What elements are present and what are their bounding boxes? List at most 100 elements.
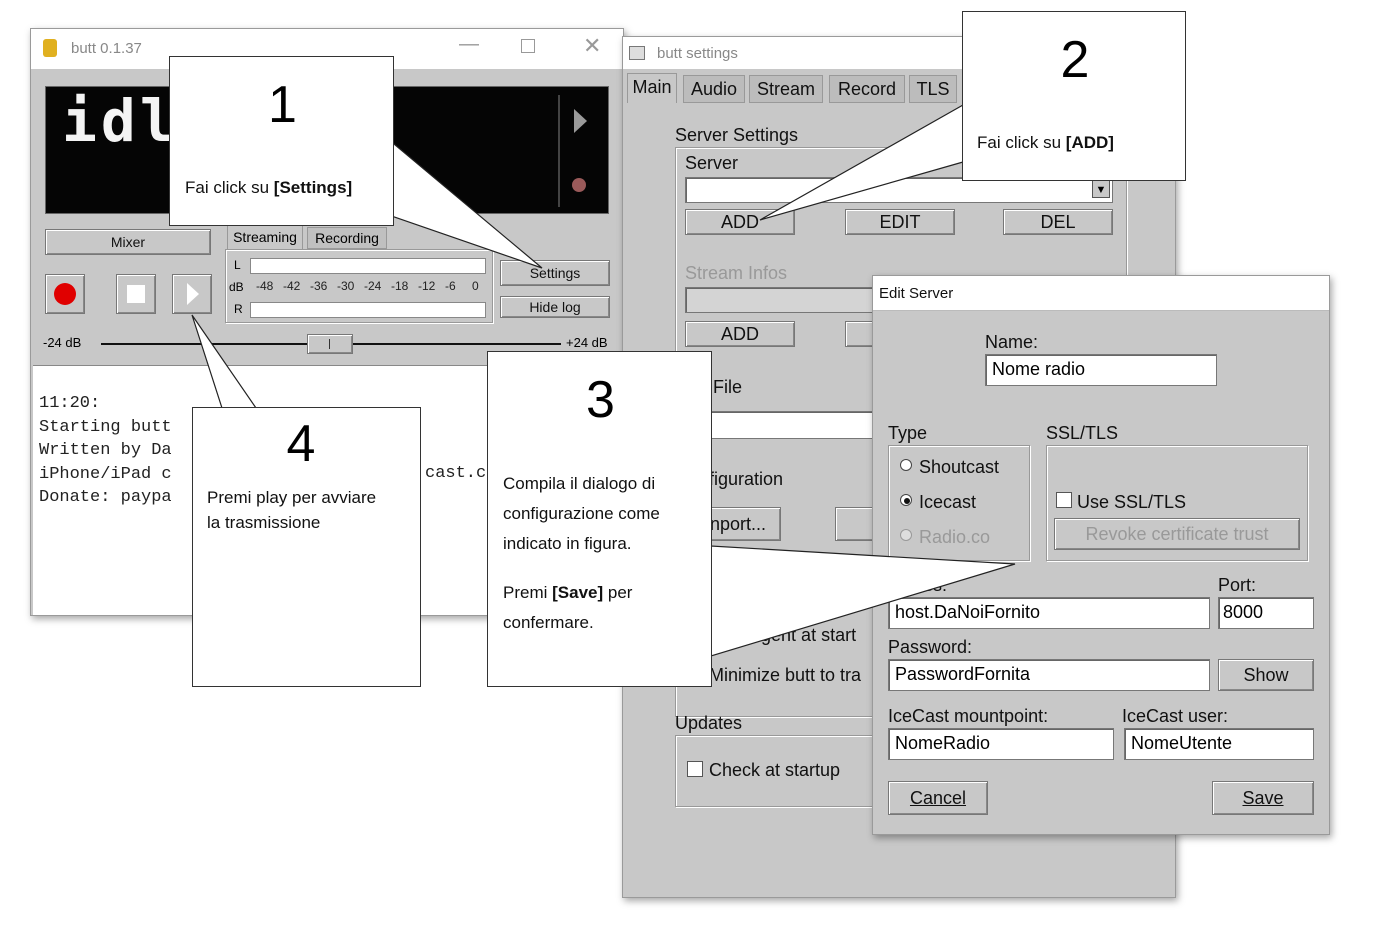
revoke-certificate-label: Revoke certificate trust — [1085, 524, 1269, 544]
tab-tls[interactable]: TLS — [909, 75, 957, 103]
name-input[interactable]: Nome radio — [985, 354, 1217, 386]
callout-2-bold: [ADD] — [1065, 133, 1114, 152]
save-button[interactable]: Save — [1212, 781, 1314, 815]
use-ssl-checkbox[interactable] — [1056, 492, 1072, 508]
record-indicator-icon — [572, 178, 586, 192]
callout-4-number: 4 — [286, 415, 316, 473]
icecast-user-input[interactable]: NomeUtente — [1124, 728, 1314, 760]
record-button[interactable] — [45, 274, 85, 314]
tab-audio[interactable]: Audio — [683, 75, 745, 103]
mountpoint-input[interactable]: NomeRadio — [888, 728, 1114, 760]
maximize-icon[interactable] — [521, 39, 535, 53]
log-line: Donate: paypa — [39, 488, 172, 507]
tab-main-label: Main — [632, 77, 672, 97]
stop-icon — [127, 285, 145, 303]
tab-record[interactable]: Record — [829, 75, 905, 103]
close-icon[interactable]: ✕ — [583, 33, 601, 59]
export-button[interactable] — [835, 507, 875, 541]
vu-meter: L dB R -48 -42 -36 -30 -24 -18 -12 -6 0 — [225, 249, 493, 323]
butt-app-icon — [43, 39, 57, 57]
callout-3-line-2: configurazione come — [503, 504, 660, 523]
settings-app-icon — [629, 46, 645, 60]
callout-3-line-3: indicato in figura. — [503, 534, 632, 553]
check-startup-checkbox[interactable] — [687, 761, 703, 777]
log-file-label: File — [713, 377, 743, 397]
callout-4-line-1: Premi play per avviare — [207, 488, 377, 507]
callout-2-text: Fai click su [ADD] — [977, 128, 1114, 158]
stop-button[interactable] — [116, 274, 156, 314]
port-value: 8000 — [1223, 602, 1264, 622]
vu-label-l: L — [234, 258, 241, 272]
callout-1-prefix: Fai click su — [185, 178, 274, 197]
edit-server-dialog: Edit Server Name: Nome radio Type Shoutc… — [872, 275, 1330, 835]
callout-3-line-5: confermare. — [503, 613, 594, 632]
callout-2: 2 Fai click su [ADD] — [962, 11, 1186, 181]
vu-label-db: dB — [229, 280, 244, 294]
hide-log-button[interactable]: Hide log — [500, 296, 610, 318]
stream-infos-select[interactable] — [685, 287, 885, 313]
tab-streaming[interactable]: Streaming — [227, 225, 303, 249]
mixer-button[interactable]: Mixer — [45, 229, 211, 255]
settings-button[interactable]: Settings — [500, 260, 610, 286]
tab-main[interactable]: Main — [627, 73, 677, 103]
add-stream-info-label: ADD — [720, 324, 759, 344]
gain-slider-handle[interactable] — [307, 334, 353, 354]
minimize-icon[interactable]: — — [459, 33, 479, 56]
radioco-label: Radio.co — [919, 527, 991, 547]
shoutcast-radio[interactable] — [900, 459, 912, 471]
tab-recording-label: Recording — [315, 230, 379, 246]
password-input[interactable]: PasswordFornita — [888, 659, 1210, 691]
add-server-label: ADD — [720, 212, 759, 232]
callout-1-bold: [Settings] — [273, 178, 353, 197]
tab-stream-label: Stream — [756, 79, 816, 99]
configuration-label: figuration — [709, 469, 784, 489]
callout-3-prefix: Premi — [503, 583, 553, 602]
port-label: Port: — [1218, 575, 1257, 595]
log-fragment: cast.c — [425, 464, 487, 483]
tab-record-label: Record — [837, 79, 897, 99]
show-password-label: Show — [1243, 665, 1289, 685]
tab-recording[interactable]: Recording — [307, 227, 387, 249]
log-file-field[interactable] — [709, 411, 879, 439]
vu-scale-label: -24 — [364, 279, 382, 293]
name-value: Nome radio — [992, 359, 1086, 379]
play-button[interactable] — [172, 274, 212, 314]
ssl-tls-label: SSL/TLS — [1046, 423, 1119, 443]
port-input[interactable]: 8000 — [1218, 597, 1314, 629]
address-input[interactable]: host.DaNoiFornito — [888, 597, 1210, 629]
vu-scale-label: -12 — [418, 279, 436, 293]
del-server-label: DEL — [1040, 212, 1076, 232]
hide-log-button-label: Hide log — [529, 299, 581, 315]
use-ssl-label: Use SSL/TLS — [1077, 492, 1187, 512]
log-line: Written by Da — [39, 441, 172, 460]
show-password-button[interactable]: Show — [1218, 659, 1314, 691]
vu-scale-label: -42 — [283, 279, 301, 293]
del-server-button[interactable]: DEL — [1003, 209, 1113, 235]
vu-label-r: R — [234, 302, 243, 316]
display-divider — [558, 95, 560, 207]
import-button[interactable]: nport... — [709, 507, 781, 541]
gain-max-label: +24 dB — [566, 335, 608, 350]
cancel-button[interactable]: Cancel — [888, 781, 988, 815]
add-stream-info-button[interactable]: ADD — [685, 321, 795, 347]
callout-4: 4 Premi play per avviare la trasmissione — [192, 407, 421, 687]
callout-4-text: Premi play per avviare la trasmissione — [207, 485, 376, 535]
add-server-button[interactable]: ADD — [685, 209, 795, 235]
password-value: PasswordFornita — [895, 664, 1031, 684]
icecast-label: Icecast — [919, 492, 977, 512]
chevron-down-icon: ▼ — [1092, 180, 1110, 198]
vu-scale-label: -6 — [445, 279, 456, 293]
butt-title: butt 0.1.37 — [71, 40, 142, 57]
server-settings-heading: Server Settings — [675, 125, 799, 145]
tab-stream[interactable]: Stream — [749, 75, 823, 103]
callout-3-line-1: Compila il dialogo di — [503, 474, 656, 493]
log-line: iPhone/iPad c — [39, 464, 172, 484]
callout-1-text: Fai click su [Settings] — [185, 173, 352, 203]
callout-3-suffix: per — [603, 583, 633, 602]
edit-server-button[interactable]: EDIT — [845, 209, 955, 235]
settings-button-label: Settings — [529, 265, 581, 281]
icecast-radio[interactable] — [900, 494, 912, 506]
vu-scale: -48 -42 -36 -30 -24 -18 -12 -6 0 — [250, 279, 486, 297]
vu-bar-right — [250, 302, 486, 318]
stream-infos-label: Stream Infos — [685, 263, 788, 283]
